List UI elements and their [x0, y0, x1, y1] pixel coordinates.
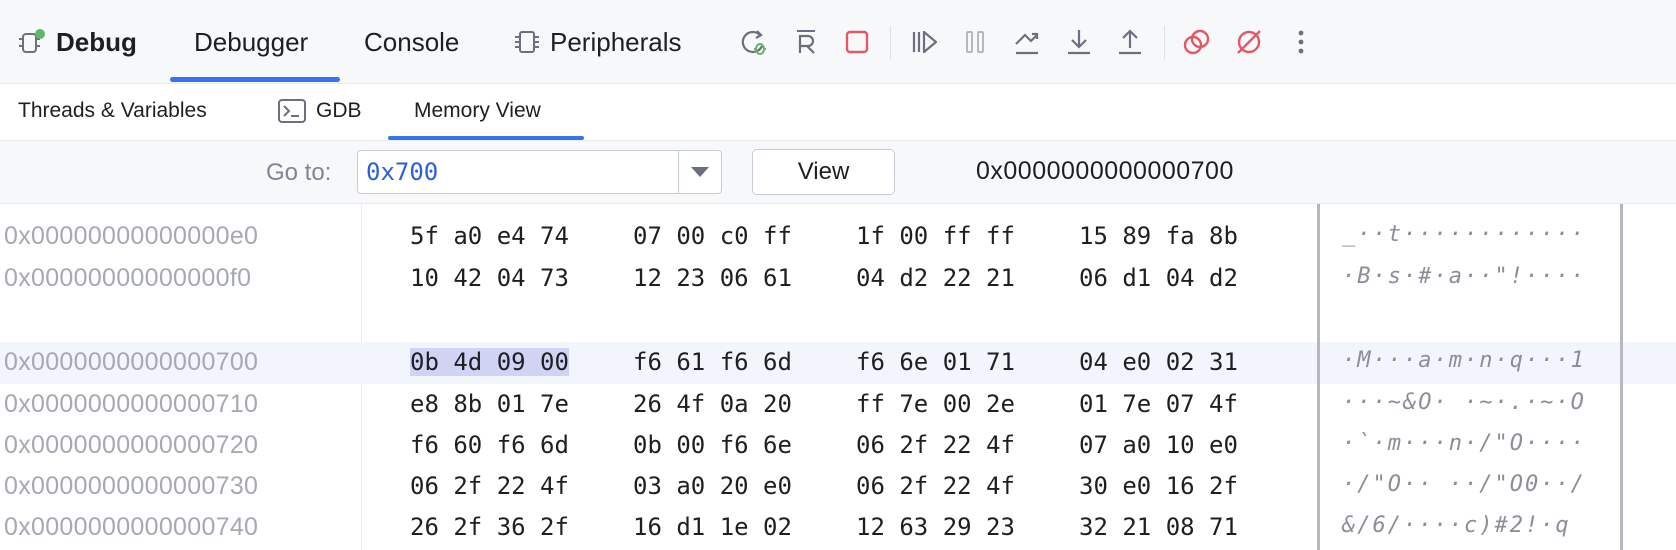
subtab-threads-variables-label: Threads & Variables: [18, 99, 207, 122]
ascii-column-right-border: [1620, 204, 1623, 550]
hex-byte-group[interactable]: e8 8b 01 7e: [410, 390, 569, 418]
ascii-text[interactable]: ···~&O· ·~·.·~·O: [1342, 390, 1586, 415]
ascii-text[interactable]: ·/"O·· ··/"O0··/: [1342, 472, 1586, 497]
hex-byte-group[interactable]: 04 e0 02 31: [1079, 348, 1238, 376]
ascii-text[interactable]: ·B·s·#·a··"!····: [1342, 264, 1586, 289]
resume-icon[interactable]: [904, 22, 944, 62]
hex-byte-group[interactable]: f6 61 f6 6d: [633, 348, 792, 376]
subtab-gdb-label: GDB: [316, 99, 362, 122]
toolbar-separator: [890, 26, 891, 60]
tab-console-label: Console: [364, 26, 460, 57]
rerun-debug-icon[interactable]: [734, 22, 774, 62]
hex-byte-group[interactable]: 10 42 04 73: [410, 264, 569, 292]
view-breakpoints-icon[interactable]: [1177, 22, 1217, 62]
goto-address-combobox[interactable]: [357, 150, 722, 194]
debug-title: Debug: [16, 24, 137, 60]
tab-debugger-label: Debugger: [194, 26, 309, 57]
debug-title-label: Debug: [56, 26, 137, 57]
hex-byte-group[interactable]: ff 7e 00 2e: [856, 390, 1015, 418]
ascii-text[interactable]: _··t············: [1342, 222, 1586, 247]
hex-byte-group[interactable]: 06 2f 22 4f: [410, 472, 569, 500]
row-address: 0x0000000000000700: [4, 348, 259, 376]
debug-tool-window-icon: [16, 26, 48, 58]
table-row[interactable]: 0x0000000000000740 26 2f 36 2f 16 d1 1e 02…: [0, 507, 1676, 549]
partial-row: [0, 204, 1676, 216]
table-row[interactable]: 0x00000000000000e0 5f a0 e4 74 07 00 c0 ff…: [0, 216, 1676, 258]
subtab-memory-view[interactable]: Memory View: [414, 96, 541, 126]
table-row[interactable]: 0x0000000000000700 0b 4d 09 00 f6 61 f6 6d…: [0, 342, 1676, 384]
hex-byte-group[interactable]: 32 21 08 71: [1079, 513, 1238, 541]
view-button[interactable]: View: [752, 149, 895, 195]
debug-toolbar: Debug Debugger Console Peripherals: [0, 0, 1676, 84]
hex-byte-group[interactable]: 1f 00 ff ff: [856, 222, 1015, 250]
hex-byte-group[interactable]: f6 60 f6 6d: [410, 431, 569, 459]
row-address: 0x0000000000000720: [4, 431, 259, 459]
goto-address-input[interactable]: [366, 155, 666, 189]
tab-debugger[interactable]: Debugger: [194, 22, 308, 62]
hex-byte-group[interactable]: 0b 00 f6 6e: [633, 431, 792, 459]
row-address: 0x0000000000000710: [4, 390, 259, 418]
hex-byte-group[interactable]: 06 2f 22 4f: [856, 472, 1015, 500]
hex-byte-group[interactable]: 06 2f 22 4f: [856, 431, 1015, 459]
mute-breakpoints-icon[interactable]: [1229, 22, 1269, 62]
subtab-memory-view-label: Memory View: [414, 99, 541, 122]
table-row[interactable]: 0x0000000000000730 06 2f 22 4f 03 a0 20 e0…: [0, 466, 1676, 508]
more-icon[interactable]: [1281, 22, 1321, 62]
table-row[interactable]: 0x0000000000000710 e8 8b 01 7e 26 4f 0a 20…: [0, 384, 1676, 426]
toolbar-separator: [1164, 26, 1165, 60]
row-address: 0x0000000000000730: [4, 472, 259, 500]
subtab-gdb[interactable]: GDB: [278, 96, 362, 126]
row-address: 0x00000000000000f0: [4, 264, 252, 292]
active-tab-indicator: [170, 77, 340, 82]
ascii-text[interactable]: ·M···a·m·n·q···1: [1342, 348, 1586, 373]
table-row[interactable]: 0x0000000000000720 f6 60 f6 6d 0b 00 f6 6e…: [0, 425, 1676, 467]
hex-byte-group[interactable]: 01 7e 07 4f: [1079, 390, 1238, 418]
hex-byte-group[interactable]: 06 d1 04 d2: [1079, 264, 1238, 292]
ascii-text[interactable]: &/6/····c)#2!·q: [1342, 513, 1571, 538]
chevron-down-icon[interactable]: [679, 151, 721, 193]
row-address: 0x00000000000000e0: [4, 222, 259, 250]
hex-byte-group[interactable]: 12 23 06 61: [633, 264, 792, 292]
subtab-threads-variables[interactable]: Threads & Variables: [18, 96, 207, 126]
step-into-icon[interactable]: [1059, 22, 1099, 62]
stop-icon[interactable]: [837, 22, 877, 62]
hex-byte-group[interactable]: 30 e0 16 2f: [1079, 472, 1238, 500]
current-address: 0x0000000000000700: [976, 157, 1234, 185]
hex-byte-group[interactable]: f6 6e 01 71: [856, 348, 1015, 376]
restart-icon[interactable]: [786, 22, 826, 62]
hex-byte-group[interactable]: 26 2f 36 2f: [410, 513, 569, 541]
hex-byte-group[interactable]: 26 4f 0a 20: [633, 390, 792, 418]
hex-byte-group[interactable]: 15 89 fa 8b: [1079, 222, 1238, 250]
tab-peripherals[interactable]: Peripherals: [512, 22, 682, 62]
goto-label: Go to:: [266, 159, 332, 186]
hex-byte-group[interactable]: 04 d2 22 21: [856, 264, 1015, 292]
hex-byte-group[interactable]: 07 00 c0 ff: [633, 222, 792, 250]
terminal-icon: [278, 99, 306, 123]
debugger-subtabs: Threads & Variables GDB Memory View: [0, 84, 1676, 141]
hex-byte-group[interactable]: 16 d1 1e 02: [633, 513, 792, 541]
table-row[interactable]: 0x00000000000000f0 10 42 04 73 12 23 06 61…: [0, 258, 1676, 300]
hex-byte-group[interactable]: 12 63 29 23: [856, 513, 1015, 541]
step-out-icon[interactable]: [1110, 22, 1150, 62]
active-subtab-indicator: [388, 136, 584, 140]
tab-peripherals-label: Peripherals: [550, 26, 682, 57]
goto-bar: Go to: View 0x0000000000000700: [0, 141, 1676, 204]
hex-byte-group[interactable]: 03 a0 20 e0: [633, 472, 792, 500]
hex-byte-group[interactable]: 5f a0 e4 74: [410, 222, 569, 250]
ascii-column-left-border: [1317, 204, 1320, 550]
memory-view-table[interactable]: 0x00000000000000e0 5f a0 e4 74 07 00 c0 ff…: [0, 204, 1676, 550]
peripherals-icon: [512, 27, 542, 57]
tab-console[interactable]: Console: [364, 22, 459, 62]
hex-byte-group[interactable]: 0b 4d 09 00: [410, 348, 569, 376]
step-over-icon[interactable]: [1007, 22, 1047, 62]
ascii-text[interactable]: ·`·m···n·/"O····: [1342, 431, 1586, 456]
hex-byte-group[interactable]: 07 a0 10 e0: [1079, 431, 1238, 459]
row-address: 0x0000000000000740: [4, 513, 259, 541]
pause-icon[interactable]: [955, 22, 995, 62]
